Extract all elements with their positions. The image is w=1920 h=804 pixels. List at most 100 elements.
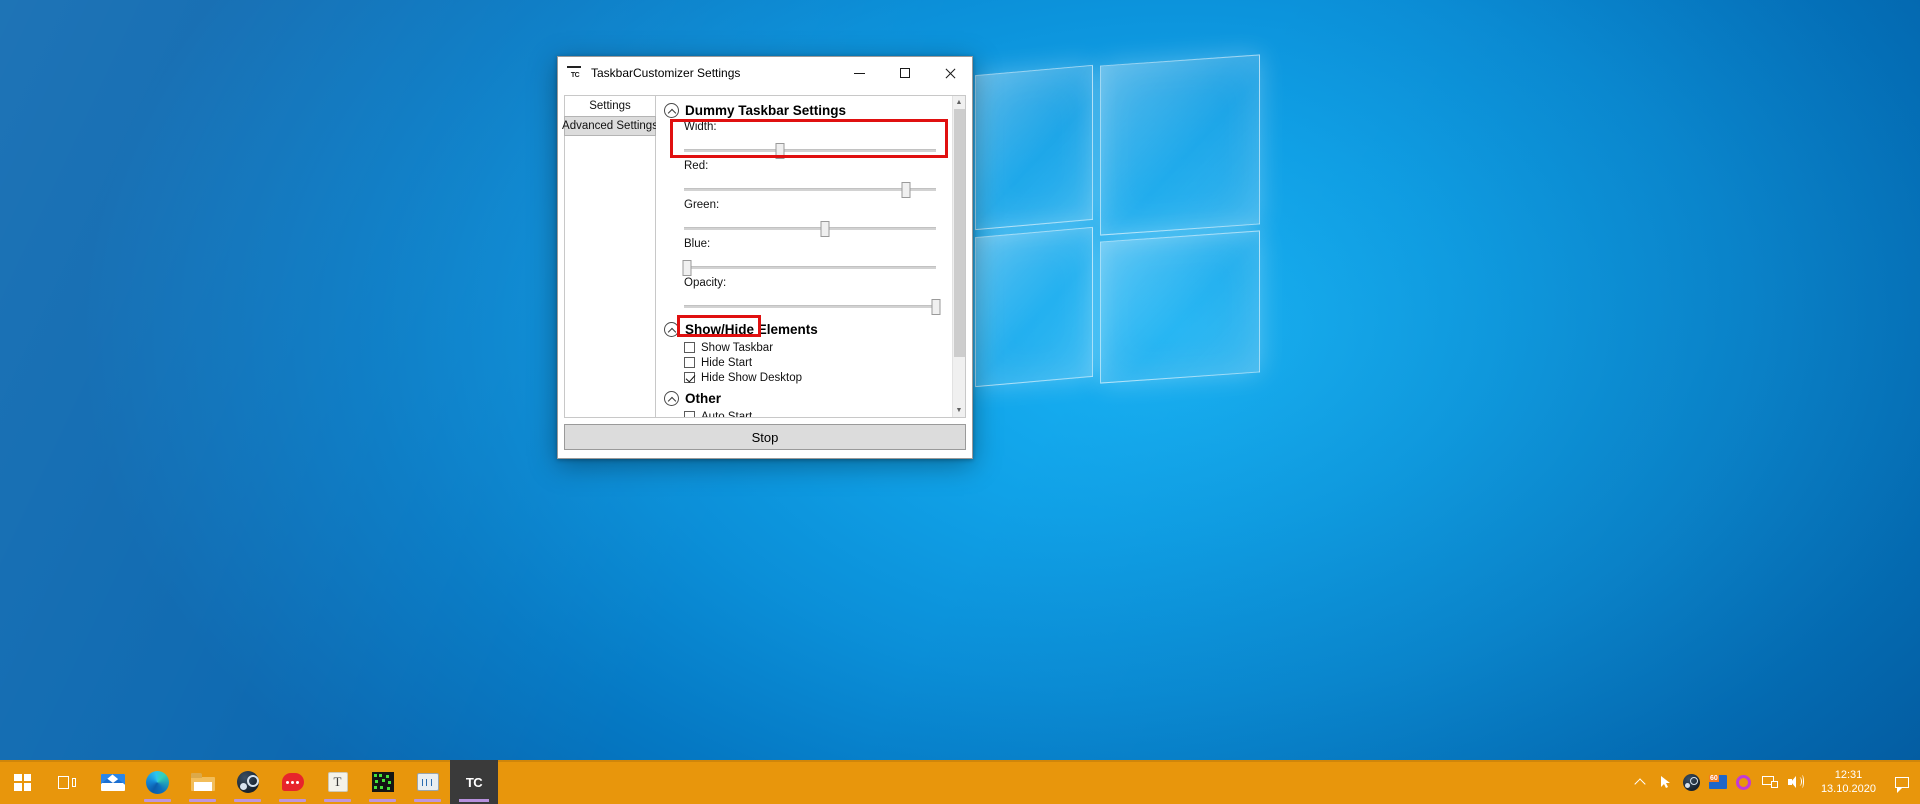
task-view-button[interactable] [45,760,90,804]
windows-logo-icon [14,773,31,791]
stop-button-label: Stop [751,429,779,445]
red-slider-thumb[interactable] [901,182,911,198]
opacity-slider[interactable] [684,299,941,315]
window-body: Settings Advanced Settings Dummy Taskbar… [558,89,972,418]
steam-icon [1683,773,1701,791]
green-slider-thumb[interactable] [820,221,830,237]
start-button[interactable] [0,760,45,804]
tray-fps-button[interactable]: 60 [1705,760,1731,804]
circle-ring-icon [1736,774,1752,790]
steam-icon [236,771,259,793]
red-slider[interactable] [684,182,936,198]
hide-start-label: Hide Start [701,356,753,369]
chevron-up-icon[interactable] [664,322,679,337]
chevron-up-icon[interactable] [664,391,679,406]
slider-row-green: Green: [684,199,942,237]
group-header-show-hide-elements[interactable]: Show/Hide Elements [664,322,942,337]
blue-slider-thumb[interactable] [682,260,692,276]
window-title: TaskbarCustomizer Settings [591,66,741,80]
scrollbar-track[interactable] [953,109,966,404]
checkbox-row-auto-start[interactable]: Auto Start [684,410,942,417]
maximize-icon [899,68,910,78]
tray-steam-button[interactable] [1679,760,1705,804]
chat-button[interactable] [270,760,315,804]
taskbar-customizer-window[interactable]: TC TaskbarCustomizer Settings Settings A… [557,56,973,459]
auto-start-checkbox[interactable] [684,411,695,417]
tab-settings[interactable]: Settings [565,96,655,116]
fps-counter-icon: 60 [1708,775,1727,789]
settings-content: Dummy Taskbar Settings Width: Red: Green… [656,96,952,417]
maximize-button[interactable] [882,57,927,89]
chevron-up-icon[interactable] [664,103,679,118]
slider-label-blue: Blue: [684,238,711,250]
speaker-icon [1787,775,1804,789]
slider-label-red: Red: [684,160,709,172]
minimize-icon [854,72,865,74]
wallpaper-pane-top-right [1100,54,1260,236]
edge-button[interactable] [135,760,180,804]
scroll-up-arrow-icon[interactable]: ▲ [953,96,966,109]
folder-icon [190,773,215,791]
checkbox-row-hide-show-desktop[interactable]: Hide Show Desktop [684,371,942,384]
slider-label-opacity: Opacity: [684,277,727,289]
mail-button[interactable] [90,760,135,804]
hide-start-checkbox[interactable] [684,357,695,368]
settings-scrollbar[interactable]: ▲ ▼ [952,96,965,417]
close-button[interactable] [927,57,972,89]
group-header-dummy-taskbar-settings[interactable]: Dummy Taskbar Settings [664,103,942,118]
slider-label-width: Width: [684,121,717,133]
checkbox-row-show-taskbar[interactable]: Show Taskbar [684,341,942,354]
blue-slider[interactable] [682,260,936,276]
checkbox-row-hide-start[interactable]: Hide Start [684,356,942,369]
close-icon [944,68,955,79]
action-center-button[interactable] [1888,760,1916,804]
hide-show-desktop-checkbox[interactable] [684,372,695,383]
green-slider-track[interactable] [684,227,936,230]
group-header-other[interactable]: Other [664,391,942,406]
auto-start-label: Auto Start [701,410,753,418]
tray-cortana-button[interactable] [1731,760,1757,804]
tab-advanced-settings[interactable]: Advanced Settings [562,116,658,136]
green-slider[interactable] [684,221,936,237]
width-slider-track[interactable] [684,149,936,152]
scroll-down-arrow-icon[interactable]: ▼ [953,404,966,417]
hide-show-desktop-label: Hide Show Desktop [701,371,802,384]
stop-button[interactable]: Stop [564,424,966,450]
matrix-app-button[interactable] [360,760,405,804]
slider-row-red: Red: [684,160,942,198]
red-slider-track[interactable] [684,188,936,191]
text-note-icon: T [327,772,348,792]
show-hidden-icons-button[interactable] [1627,760,1653,804]
taskbar-clock[interactable]: 12:31 13.10.2020 [1809,760,1888,804]
text-editor-button[interactable]: T [315,760,360,804]
tray-cursor-button[interactable] [1653,760,1679,804]
tab-advanced-settings-label: Advanced Settings [562,120,658,132]
file-explorer-button[interactable] [180,760,225,804]
width-slider-thumb[interactable] [775,143,785,159]
fps-badge-label: 60 [1708,775,1719,782]
taskbar-customizer-button[interactable]: TC [450,760,498,804]
desktop[interactable]: TC TaskbarCustomizer Settings Settings A… [0,0,1920,804]
window-titlebar[interactable]: TC TaskbarCustomizer Settings [558,57,972,89]
width-slider[interactable] [684,143,936,159]
steam-button[interactable] [225,760,270,804]
minimize-button[interactable] [837,57,882,89]
chat-bubble-icon [281,773,304,791]
clock-time: 12:31 [1834,769,1863,781]
settings-tab-list[interactable]: Settings Advanced Settings [562,95,658,418]
taskbar-customizer-icon: TC [567,65,583,81]
monitor-button[interactable] [405,760,450,804]
tray-volume-button[interactable] [1783,760,1809,804]
windows-taskbar[interactable]: T TC 60 12:31 13.10.2020 [0,760,1920,804]
show-taskbar-checkbox[interactable] [684,342,695,353]
taskbar-empty-area[interactable] [498,760,1627,804]
opacity-slider-track[interactable] [684,305,936,308]
wallpaper-pane-top-left [975,64,1093,231]
tray-network-button[interactable] [1757,760,1783,804]
window-footer: Stop [558,418,972,458]
opacity-slider-thumb[interactable] [931,299,941,315]
edge-browser-icon [146,770,169,794]
blue-slider-track[interactable] [684,266,936,269]
scrollbar-thumb[interactable] [953,109,965,357]
settings-panel: Dummy Taskbar Settings Width: Red: Green… [656,95,966,418]
